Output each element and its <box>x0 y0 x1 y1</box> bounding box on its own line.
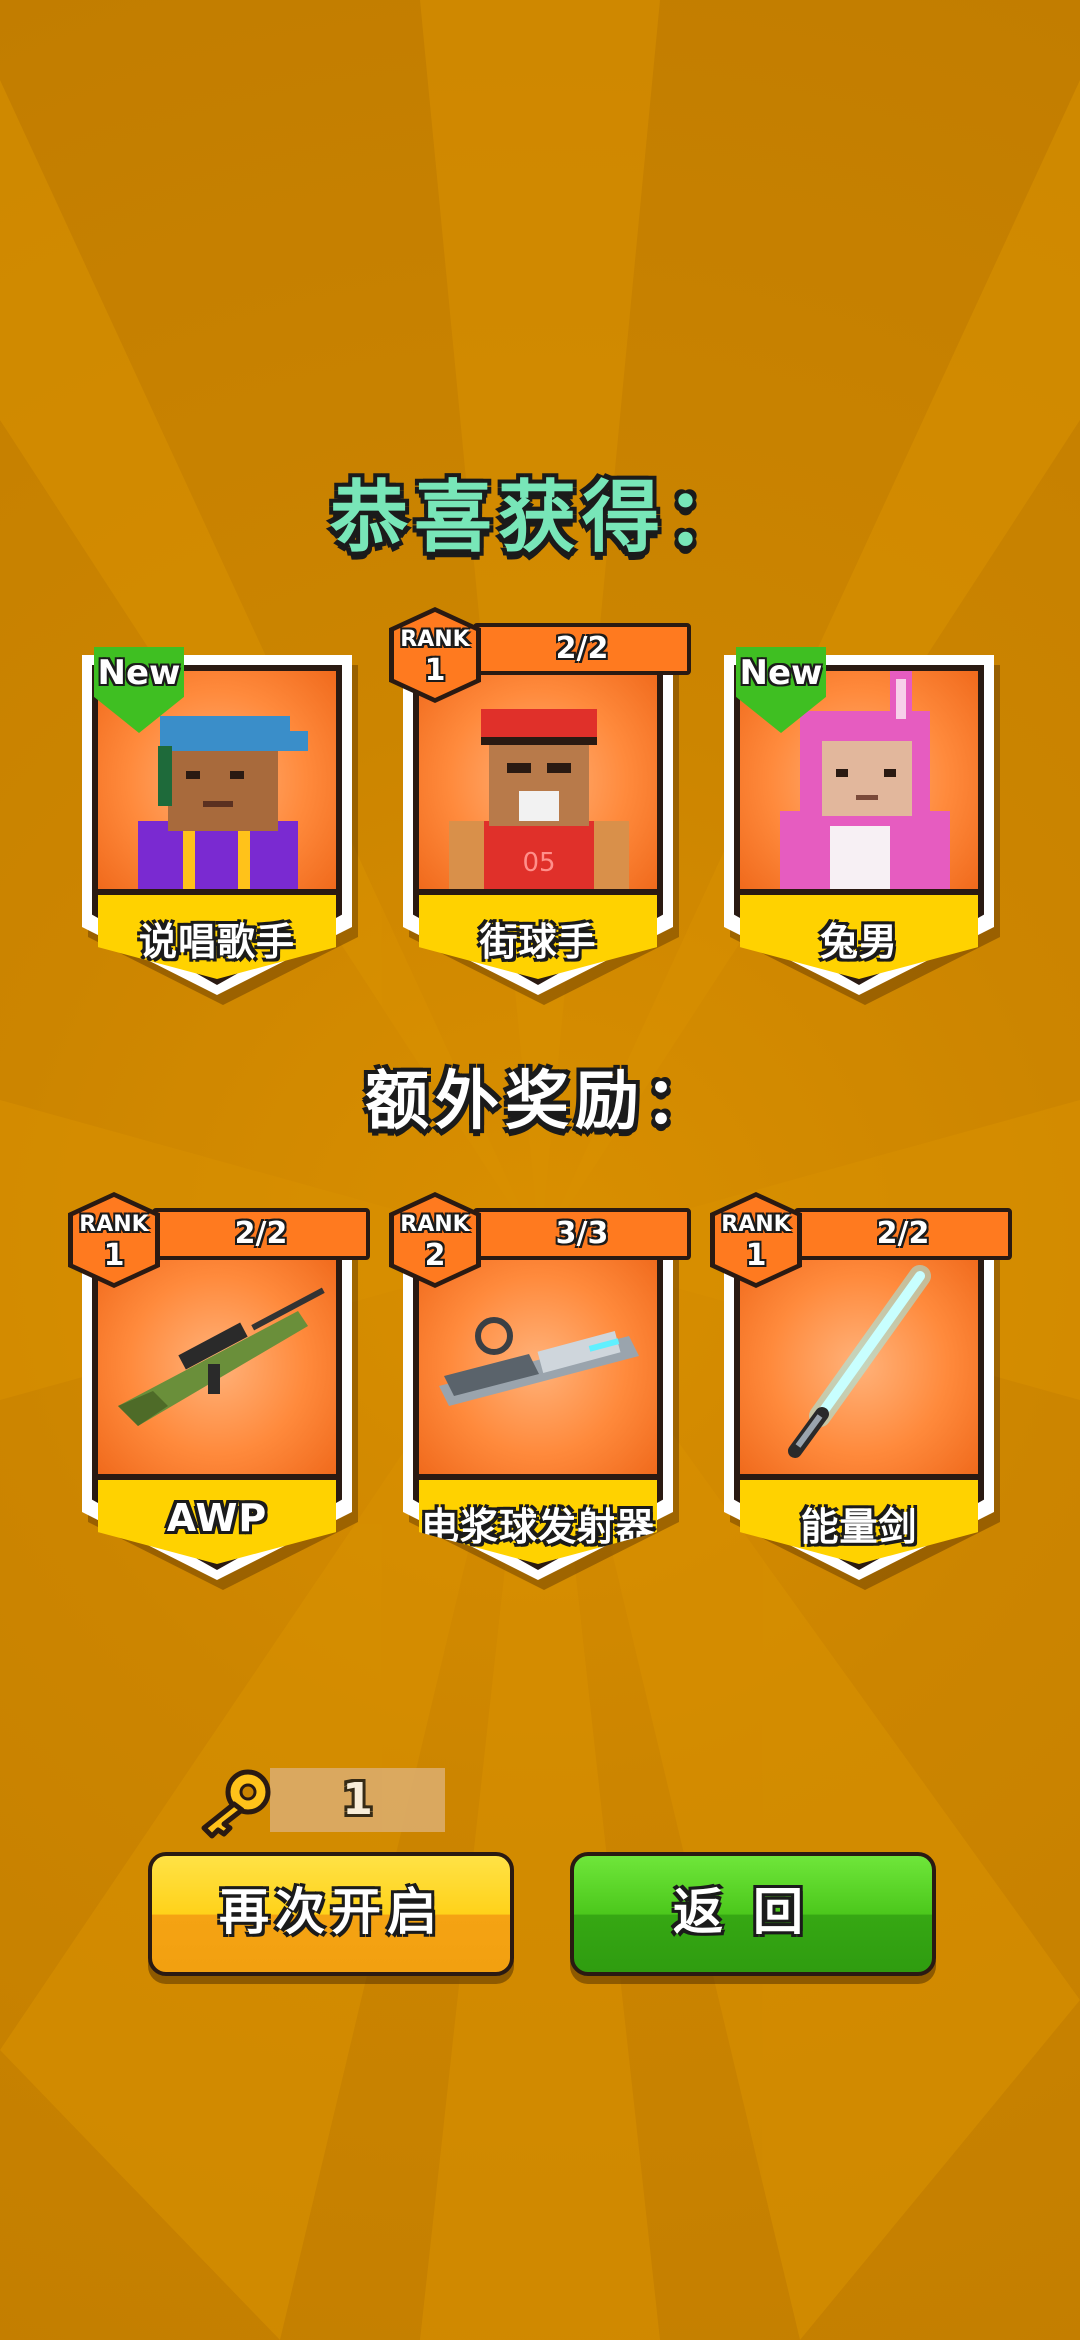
bonus-title: 额外奖励： <box>365 1065 715 1139</box>
energy-sword-icon <box>740 1256 978 1474</box>
key-icon <box>201 1769 271 1839</box>
reward-card-rapper[interactable]: 说唱歌手 New <box>82 647 358 1005</box>
progress-bar: 2/2 <box>152 1208 370 1260</box>
sniper-rifle-icon <box>98 1256 336 1474</box>
key-count: 1 <box>270 1768 445 1832</box>
bonus-card-energy-sword[interactable]: 能量剑 2/2 RANK 1 <box>710 1192 1012 1590</box>
reward-card-bunny-man[interactable]: 兔男 New <box>724 647 1000 1005</box>
new-badge: New <box>94 647 184 733</box>
svg-text:05: 05 <box>522 848 555 878</box>
rank-badge: RANK 2 <box>389 1192 481 1288</box>
bonus-card-plasma-launcher[interactable]: 电浆球发射器 3/3 RANK 2 <box>389 1192 691 1590</box>
open-again-button[interactable]: 再次开启 <box>148 1852 514 1976</box>
rank-badge: RANK 1 <box>68 1192 160 1288</box>
reward-card-streetball[interactable]: 05 街球手 2/2 RANK 1 <box>389 607 691 1005</box>
rank-badge: RANK 1 <box>389 607 481 703</box>
page-title: 恭喜获得： <box>329 473 750 563</box>
bonus-card-awp[interactable]: AWP 2/2 RANK 1 <box>68 1192 370 1590</box>
plasma-launcher-icon <box>419 1256 657 1474</box>
item-name: AWP <box>166 1496 268 1540</box>
rank-badge: RANK 1 <box>710 1192 802 1288</box>
background-rays <box>0 0 1080 2340</box>
back-button[interactable]: 返回 <box>570 1852 936 1976</box>
progress-bar: 2/2 <box>473 623 691 675</box>
progress-bar: 3/3 <box>473 1208 691 1260</box>
new-badge: New <box>736 647 826 733</box>
progress-bar: 2/2 <box>794 1208 1012 1260</box>
streetball-player-character-icon: 05 <box>419 671 657 889</box>
